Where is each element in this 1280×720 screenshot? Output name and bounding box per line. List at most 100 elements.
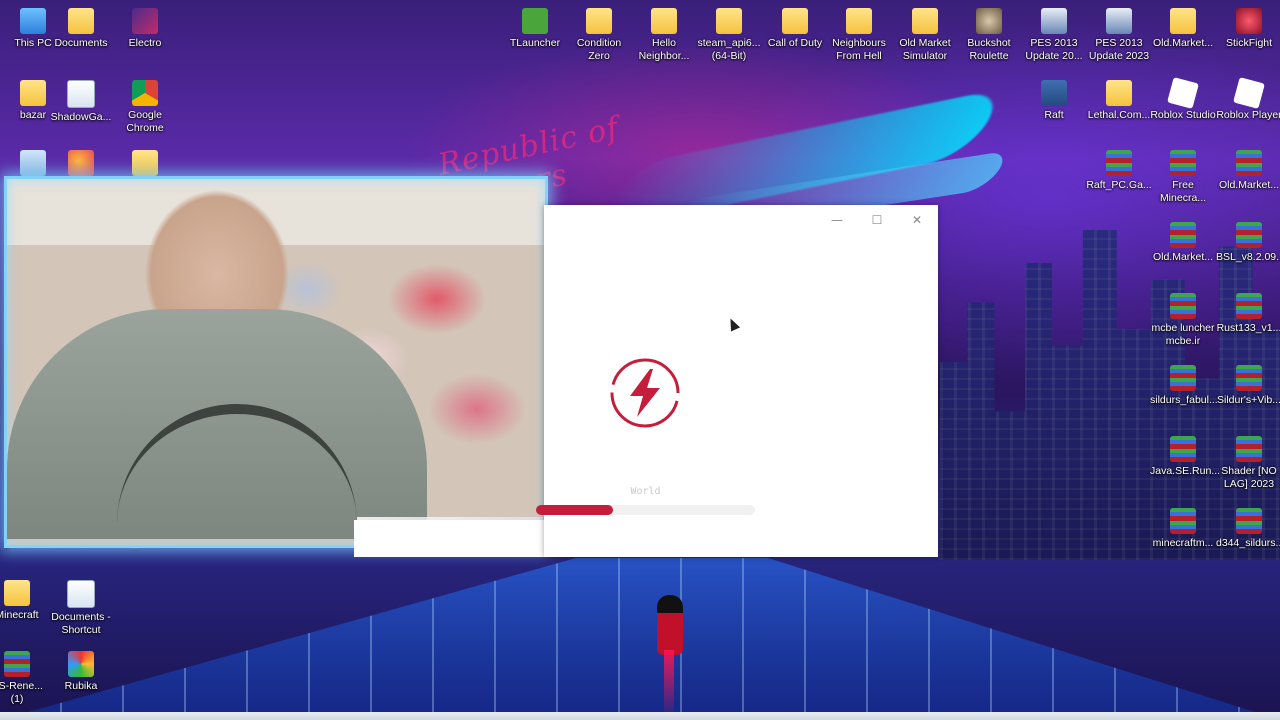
electro-icon bbox=[132, 8, 158, 34]
desktop-icon-old-market-1[interactable]: Old.Market... bbox=[1150, 8, 1216, 50]
desktop-icon-steam-api[interactable]: steam_api6... (64-Bit) bbox=[696, 8, 762, 63]
desktop-icon-pes-2013-update-20[interactable]: PES 2013 Update 20... bbox=[1021, 8, 1087, 63]
desktop-icon-label: Old Market Simulator bbox=[899, 37, 951, 62]
old-market-simulator-icon bbox=[912, 8, 938, 34]
desktop-icon-old-market-3[interactable]: Old.Market... bbox=[1150, 222, 1216, 264]
minecraft-icon bbox=[4, 580, 30, 606]
desktop-icon-label: minecraftm... bbox=[1152, 537, 1214, 549]
desktop-icon-shader-no-lag[interactable]: Shader [NO LAG] 2023 bbox=[1216, 436, 1280, 491]
desktop-icon-free-minecra[interactable]: Free Minecra... bbox=[1150, 150, 1216, 205]
desktop-icon-firefox[interactable] bbox=[48, 150, 114, 179]
wallpaper-light-trail bbox=[664, 650, 674, 720]
desktop-icon-label: Neighbours From Hell bbox=[832, 37, 886, 62]
desktop-icon-label: Shader [NO LAG] 2023 bbox=[1221, 465, 1277, 490]
desktop-icon-label: Rust133_v1... bbox=[1216, 322, 1280, 334]
desktop-icon-stickfight[interactable]: StickFight bbox=[1216, 8, 1280, 50]
desktop-icon-google-chrome[interactable]: Google Chrome bbox=[112, 80, 178, 135]
folder-3-icon bbox=[132, 150, 158, 176]
logo-bolt bbox=[630, 369, 660, 417]
loading-status-text: World bbox=[630, 486, 661, 497]
desktop-icon-rubika[interactable]: Rubika bbox=[48, 651, 114, 693]
taskbar[interactable] bbox=[0, 712, 1280, 720]
roblox-player-icon bbox=[1233, 77, 1265, 109]
steam-api-icon bbox=[716, 8, 742, 34]
desktop-icon-call-of-duty[interactable]: Call of Duty bbox=[762, 8, 828, 50]
desktop-icon-label: Google Chrome bbox=[126, 109, 164, 134]
rust133-icon bbox=[1236, 293, 1262, 319]
desktop-icon-label: Old.Market... bbox=[1218, 179, 1280, 191]
neighbours-from-hell-icon bbox=[846, 8, 872, 34]
loading-progress-fill bbox=[536, 505, 613, 515]
us-rene-icon bbox=[4, 651, 30, 677]
free-minecra-icon bbox=[1170, 150, 1196, 176]
desktop-icon-bsl-v8[interactable]: BSL_v8.2.09... bbox=[1216, 222, 1280, 264]
lethal-com-icon bbox=[1106, 80, 1132, 106]
pes-2013-update-20-icon bbox=[1041, 8, 1067, 34]
desktop-icon-roblox-player[interactable]: Roblox Player bbox=[1216, 77, 1280, 122]
desktop-icon-label: sildurs_fabul... bbox=[1150, 394, 1218, 406]
desktop-icon-lethal-com[interactable]: Lethal.Com... bbox=[1086, 80, 1152, 122]
desktop-icon-old-market-simulator[interactable]: Old Market Simulator bbox=[892, 8, 958, 63]
desktop-icon-condition-zero[interactable]: Condition Zero bbox=[566, 8, 632, 63]
this-pc-icon bbox=[20, 8, 46, 34]
desktop-icon-label: US-Rene... (1) bbox=[0, 680, 43, 705]
hello-neighbor-icon bbox=[651, 8, 677, 34]
shader-no-lag-icon bbox=[1236, 436, 1262, 462]
desktop-icon-label: Electro bbox=[128, 37, 162, 49]
desktop-icon-raft-pc-ga-1[interactable]: Raft_PC.Ga... bbox=[1086, 150, 1152, 192]
desktop-icon-label: StickFight bbox=[1225, 37, 1273, 49]
desktop-icon-label: Roblox Player bbox=[1216, 109, 1280, 121]
desktop-icon-us-rene[interactable]: US-Rene... (1) bbox=[0, 651, 50, 706]
close-button[interactable]: ✕ bbox=[902, 209, 932, 231]
desktop-icon-hello-neighbor[interactable]: Hello Neighbor... bbox=[631, 8, 697, 63]
launcher-window-fragment bbox=[354, 520, 544, 557]
desktop-icon-java-se-run[interactable]: Java.SE.Run... bbox=[1150, 436, 1220, 478]
desktop-icon-sildurs-fabul[interactable]: sildurs_fabul... bbox=[1150, 365, 1218, 407]
wallpaper-motorcycle-rider bbox=[657, 595, 683, 655]
desktop-icon-label: Raft bbox=[1044, 109, 1064, 121]
desktop-icon-sildurs-vib[interactable]: Sildur's+Vib... bbox=[1216, 365, 1280, 407]
desktop-icon-label: steam_api6... (64-Bit) bbox=[697, 37, 761, 62]
desktop-icon-label: Raft_PC.Ga... bbox=[1086, 179, 1152, 191]
desktop-icon-minecraftm[interactable]: minecraftm... bbox=[1150, 508, 1216, 550]
documents-shortcut-icon bbox=[67, 580, 95, 608]
desktop-icon-label: Call of Duty bbox=[767, 37, 823, 49]
desktop-icon-minecraft[interactable]: Minecraft bbox=[0, 580, 50, 622]
desktop-icon-label: Roblox Studio bbox=[1150, 109, 1216, 121]
desktop-icon-neighbours-from-hell[interactable]: Neighbours From Hell bbox=[826, 8, 892, 63]
minimize-button[interactable]: — bbox=[822, 209, 852, 231]
desktop-icon-documents-shortcut[interactable]: Documents - Shortcut bbox=[48, 580, 114, 637]
desktop-icon-label: Old.Market... bbox=[1152, 251, 1214, 263]
lightning-bolt-icon bbox=[610, 358, 680, 428]
desktop-icon-label: Old.Market... bbox=[1152, 37, 1214, 49]
desktop-icon-roblox-studio[interactable]: Roblox Studio bbox=[1150, 77, 1216, 122]
desktop-icon-mcbe-luncher[interactable]: mcbe luncher mcbe.ir bbox=[1150, 293, 1216, 348]
desktop-icon-label: PES 2013 Update 20... bbox=[1025, 37, 1083, 62]
documents-icon bbox=[68, 8, 94, 34]
wallpaper-road-lines bbox=[0, 558, 1280, 720]
call-of-duty-icon bbox=[782, 8, 808, 34]
desktop-icon-electro[interactable]: Electro bbox=[112, 8, 178, 50]
desktop-icon-rust133[interactable]: Rust133_v1... bbox=[1216, 293, 1280, 335]
desktop-icon-buckshot-roulette[interactable]: Buckshot Roulette bbox=[956, 8, 1022, 63]
desktop-icon-label: Minecraft bbox=[0, 609, 39, 621]
java-se-run-icon bbox=[1170, 436, 1196, 462]
desktop-icon-d344-sildurs[interactable]: d344_sildurs... bbox=[1216, 508, 1280, 550]
desktop-icon-label: BSL_v8.2.09... bbox=[1216, 251, 1280, 263]
maximize-button[interactable]: ☐ bbox=[862, 209, 892, 231]
sildurs-fabul-icon bbox=[1170, 365, 1196, 391]
desktop-icon-shadowga[interactable]: ShadowGa... bbox=[48, 80, 114, 124]
desktop-icon-label: Rubika bbox=[64, 680, 98, 692]
desktop-icon-old-market-2[interactable]: Old.Market... bbox=[1216, 150, 1280, 192]
desktop-icon-folder-3[interactable] bbox=[112, 150, 178, 179]
tlauncher-icon bbox=[522, 8, 548, 34]
desktop-icon-documents[interactable]: Documents bbox=[48, 8, 114, 50]
desktop-icon-label: ShadowGa... bbox=[50, 111, 112, 123]
desktop-icon-raft[interactable]: Raft bbox=[1021, 80, 1087, 122]
desktop-icon-label: bazar bbox=[19, 109, 47, 121]
firefox-icon bbox=[68, 150, 94, 176]
webcam-overlay bbox=[4, 176, 548, 548]
desktop-icon-label: Free Minecra... bbox=[1159, 179, 1207, 204]
desktop-icon-tlauncher[interactable]: TLauncher bbox=[502, 8, 568, 50]
desktop-icon-pes-2013-update-2023[interactable]: PES 2013 Update 2023 bbox=[1086, 8, 1152, 63]
